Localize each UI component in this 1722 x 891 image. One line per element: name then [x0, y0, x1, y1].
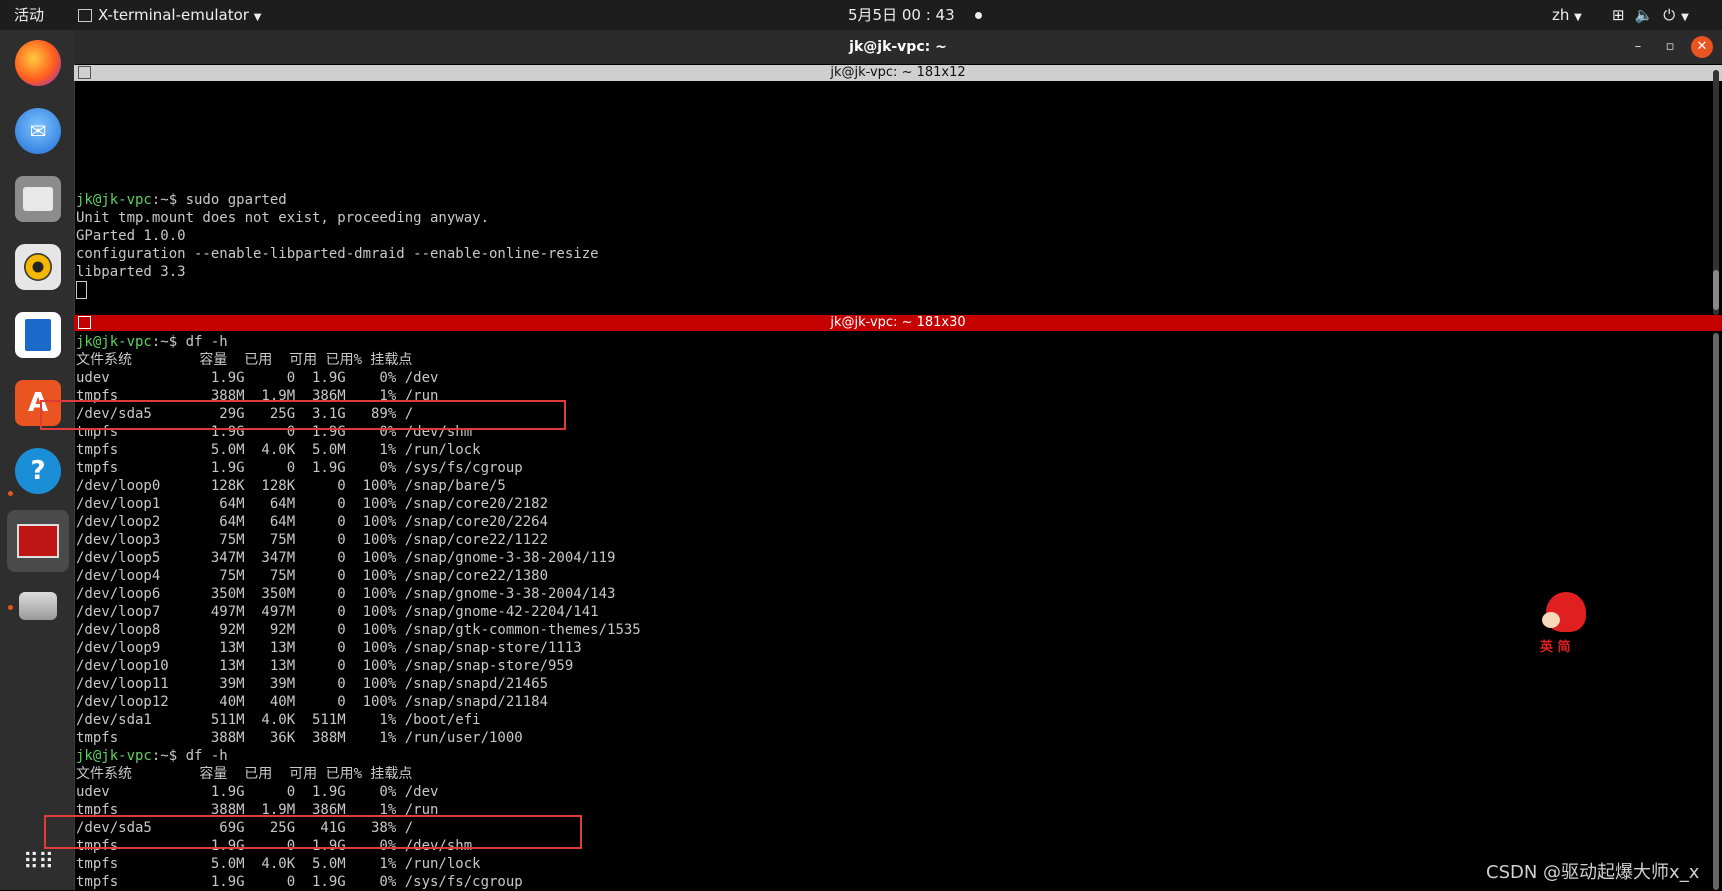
output-line: Unit tmp.mount does not exist, proceedin… — [76, 210, 490, 226]
output-line: /dev/sda1 511M 4.0K 511M 1% /boot/efi — [76, 712, 481, 728]
output-line: /dev/loop2 64M 64M 0 100% /snap/core20/2… — [76, 514, 549, 530]
output-line: /dev/loop7 497M 497M 0 100% /snap/gnome-… — [76, 604, 599, 620]
highlight-box-sda5-before — [40, 400, 566, 430]
output-line: /dev/loop1 64M 64M 0 100% /snap/core20/2… — [76, 496, 549, 512]
app-menu[interactable]: X-terminal-emulator ▼ — [78, 0, 261, 30]
terminal-icon[interactable] — [7, 510, 69, 572]
command: :~$ sudo gparted — [151, 192, 287, 208]
notification-dot-icon — [974, 12, 982, 19]
prompt: jk@jk-vpc — [76, 192, 152, 208]
chevron-down-icon: ▼ — [1681, 12, 1689, 23]
writer-icon[interactable] — [15, 312, 61, 358]
close-button[interactable]: ✕ — [1691, 36, 1713, 58]
output-line: 文件系统 容量 已用 可用 已用% 挂载点 — [76, 352, 413, 368]
top-bar: 活动 X-terminal-emulator ▼ 5月5日 00 : 43 zh… — [0, 0, 1722, 30]
chevron-down-icon: ▼ — [1574, 12, 1582, 23]
clock[interactable]: 5月5日 00 : 43 — [848, 0, 982, 30]
pane-title-bottom: jk@jk-vpc: ~ 181x30 — [830, 315, 966, 330]
minimize-button[interactable]: – — [1627, 36, 1649, 58]
highlight-box-sda5-after — [44, 815, 582, 849]
clock-label: 5月5日 00 : 43 — [848, 6, 955, 24]
pane-title-top: jk@jk-vpc: ~ 181x12 — [830, 65, 966, 80]
activities-button[interactable]: 活动 — [14, 0, 44, 30]
output-line: libparted 3.3 — [76, 264, 186, 280]
power-icon: ⏻ — [1663, 6, 1676, 24]
pane-menu-icon[interactable] — [78, 66, 91, 79]
rhythmbox-icon[interactable] — [15, 244, 61, 290]
thunderbird-icon[interactable]: ✉ — [15, 108, 61, 154]
cursor — [76, 281, 87, 299]
output-line: tmpfs 1.9G 0 1.9G 0% /sys/fs/cgroup — [76, 874, 523, 890]
output-line: /dev/loop8 92M 92M 0 100% /snap/gtk-comm… — [76, 622, 641, 638]
pane-header-bottom[interactable]: jk@jk-vpc: ~ 181x30 — [74, 315, 1722, 331]
scrollbar-top[interactable] — [1713, 70, 1719, 315]
output-line: udev 1.9G 0 1.9G 0% /dev — [76, 370, 439, 386]
output-line: /dev/loop5 347M 347M 0 100% /snap/gnome-… — [76, 550, 616, 566]
window-titlebar[interactable]: jk@jk-vpc: ~ – ▫ ✕ — [74, 30, 1722, 64]
terminal-pane-top[interactable]: jk@jk-vpc:~$ sudo gparted Unit tmp.mount… — [76, 191, 599, 299]
terminal-small-icon — [78, 9, 92, 22]
output-line: /dev/loop9 13M 13M 0 100% /snap/snap-sto… — [76, 640, 582, 656]
mascot-face-icon — [1542, 612, 1560, 628]
watermark: CSDN @驱动起爆大师x_x — [1486, 862, 1700, 883]
mascot-widget[interactable]: 英 简 — [1534, 592, 1604, 656]
output-line: udev 1.9G 0 1.9G 0% /dev — [76, 784, 439, 800]
running-indicator — [8, 605, 13, 610]
output-line: tmpfs 5.0M 4.0K 5.0M 1% /run/lock — [76, 856, 481, 872]
output-line: tmpfs 5.0M 4.0K 5.0M 1% /run/lock — [76, 442, 481, 458]
language-menu[interactable]: zh ▼ — [1552, 0, 1582, 30]
output-line: tmpfs 1.9G 0 1.9G 0% /sys/fs/cgroup — [76, 460, 523, 476]
output-line: /dev/loop11 39M 39M 0 100% /snap/snapd/2… — [76, 676, 549, 692]
output-line: 文件系统 容量 已用 可用 已用% 挂载点 — [76, 766, 413, 782]
network-icon: ⊞ — [1612, 6, 1625, 24]
pane-menu-icon[interactable] — [78, 316, 91, 329]
chevron-down-icon: ▼ — [253, 12, 262, 23]
system-menu[interactable]: ⊞ 🔈 ⏻ ▼ — [1612, 0, 1689, 30]
app-menu-label: X-terminal-emulator — [98, 6, 249, 24]
maximize-button[interactable]: ▫ — [1659, 36, 1681, 58]
window-title: jk@jk-vpc: ~ — [849, 39, 947, 55]
gparted-icon[interactable] — [15, 583, 61, 629]
files-icon[interactable] — [15, 176, 61, 222]
prompt: jk@jk-vpc — [76, 748, 152, 764]
output-line: /dev/loop0 128K 128K 0 100% /snap/bare/5 — [76, 478, 506, 494]
firefox-icon[interactable] — [15, 40, 61, 86]
language-label: zh — [1552, 6, 1570, 24]
output-line: GParted 1.0.0 — [76, 228, 186, 244]
mascot-label: 英 简 — [1540, 640, 1571, 655]
running-indicator — [8, 491, 13, 496]
scrollbar-thumb[interactable] — [1713, 270, 1719, 310]
prompt: jk@jk-vpc — [76, 334, 152, 350]
help-icon[interactable]: ? — [15, 448, 61, 494]
volume-icon: 🔈 — [1634, 6, 1654, 24]
output-line: tmpfs 388M 36K 388M 1% /run/user/1000 — [76, 730, 523, 746]
command: :~$ df -h — [151, 334, 228, 350]
output-line: /dev/loop6 350M 350M 0 100% /snap/gnome-… — [76, 586, 616, 602]
output-line: /dev/loop10 13M 13M 0 100% /snap/snap-st… — [76, 658, 574, 674]
output-line: /dev/loop3 75M 75M 0 100% /snap/core22/1… — [76, 532, 549, 548]
dock: ✉ A ? ⠿⠿ — [0, 30, 75, 890]
output-line: /dev/loop12 40M 40M 0 100% /snap/snapd/2… — [76, 694, 549, 710]
scrollbar-bottom[interactable] — [1713, 333, 1719, 890]
pane-header-top[interactable]: jk@jk-vpc: ~ 181x12 — [74, 65, 1722, 81]
output-line: configuration --enable-libparted-dmraid … — [76, 246, 599, 262]
command: :~$ df -h — [151, 748, 228, 764]
output-line: /dev/loop4 75M 75M 0 100% /snap/core22/1… — [76, 568, 549, 584]
scrollbar-thumb[interactable] — [1713, 333, 1719, 890]
